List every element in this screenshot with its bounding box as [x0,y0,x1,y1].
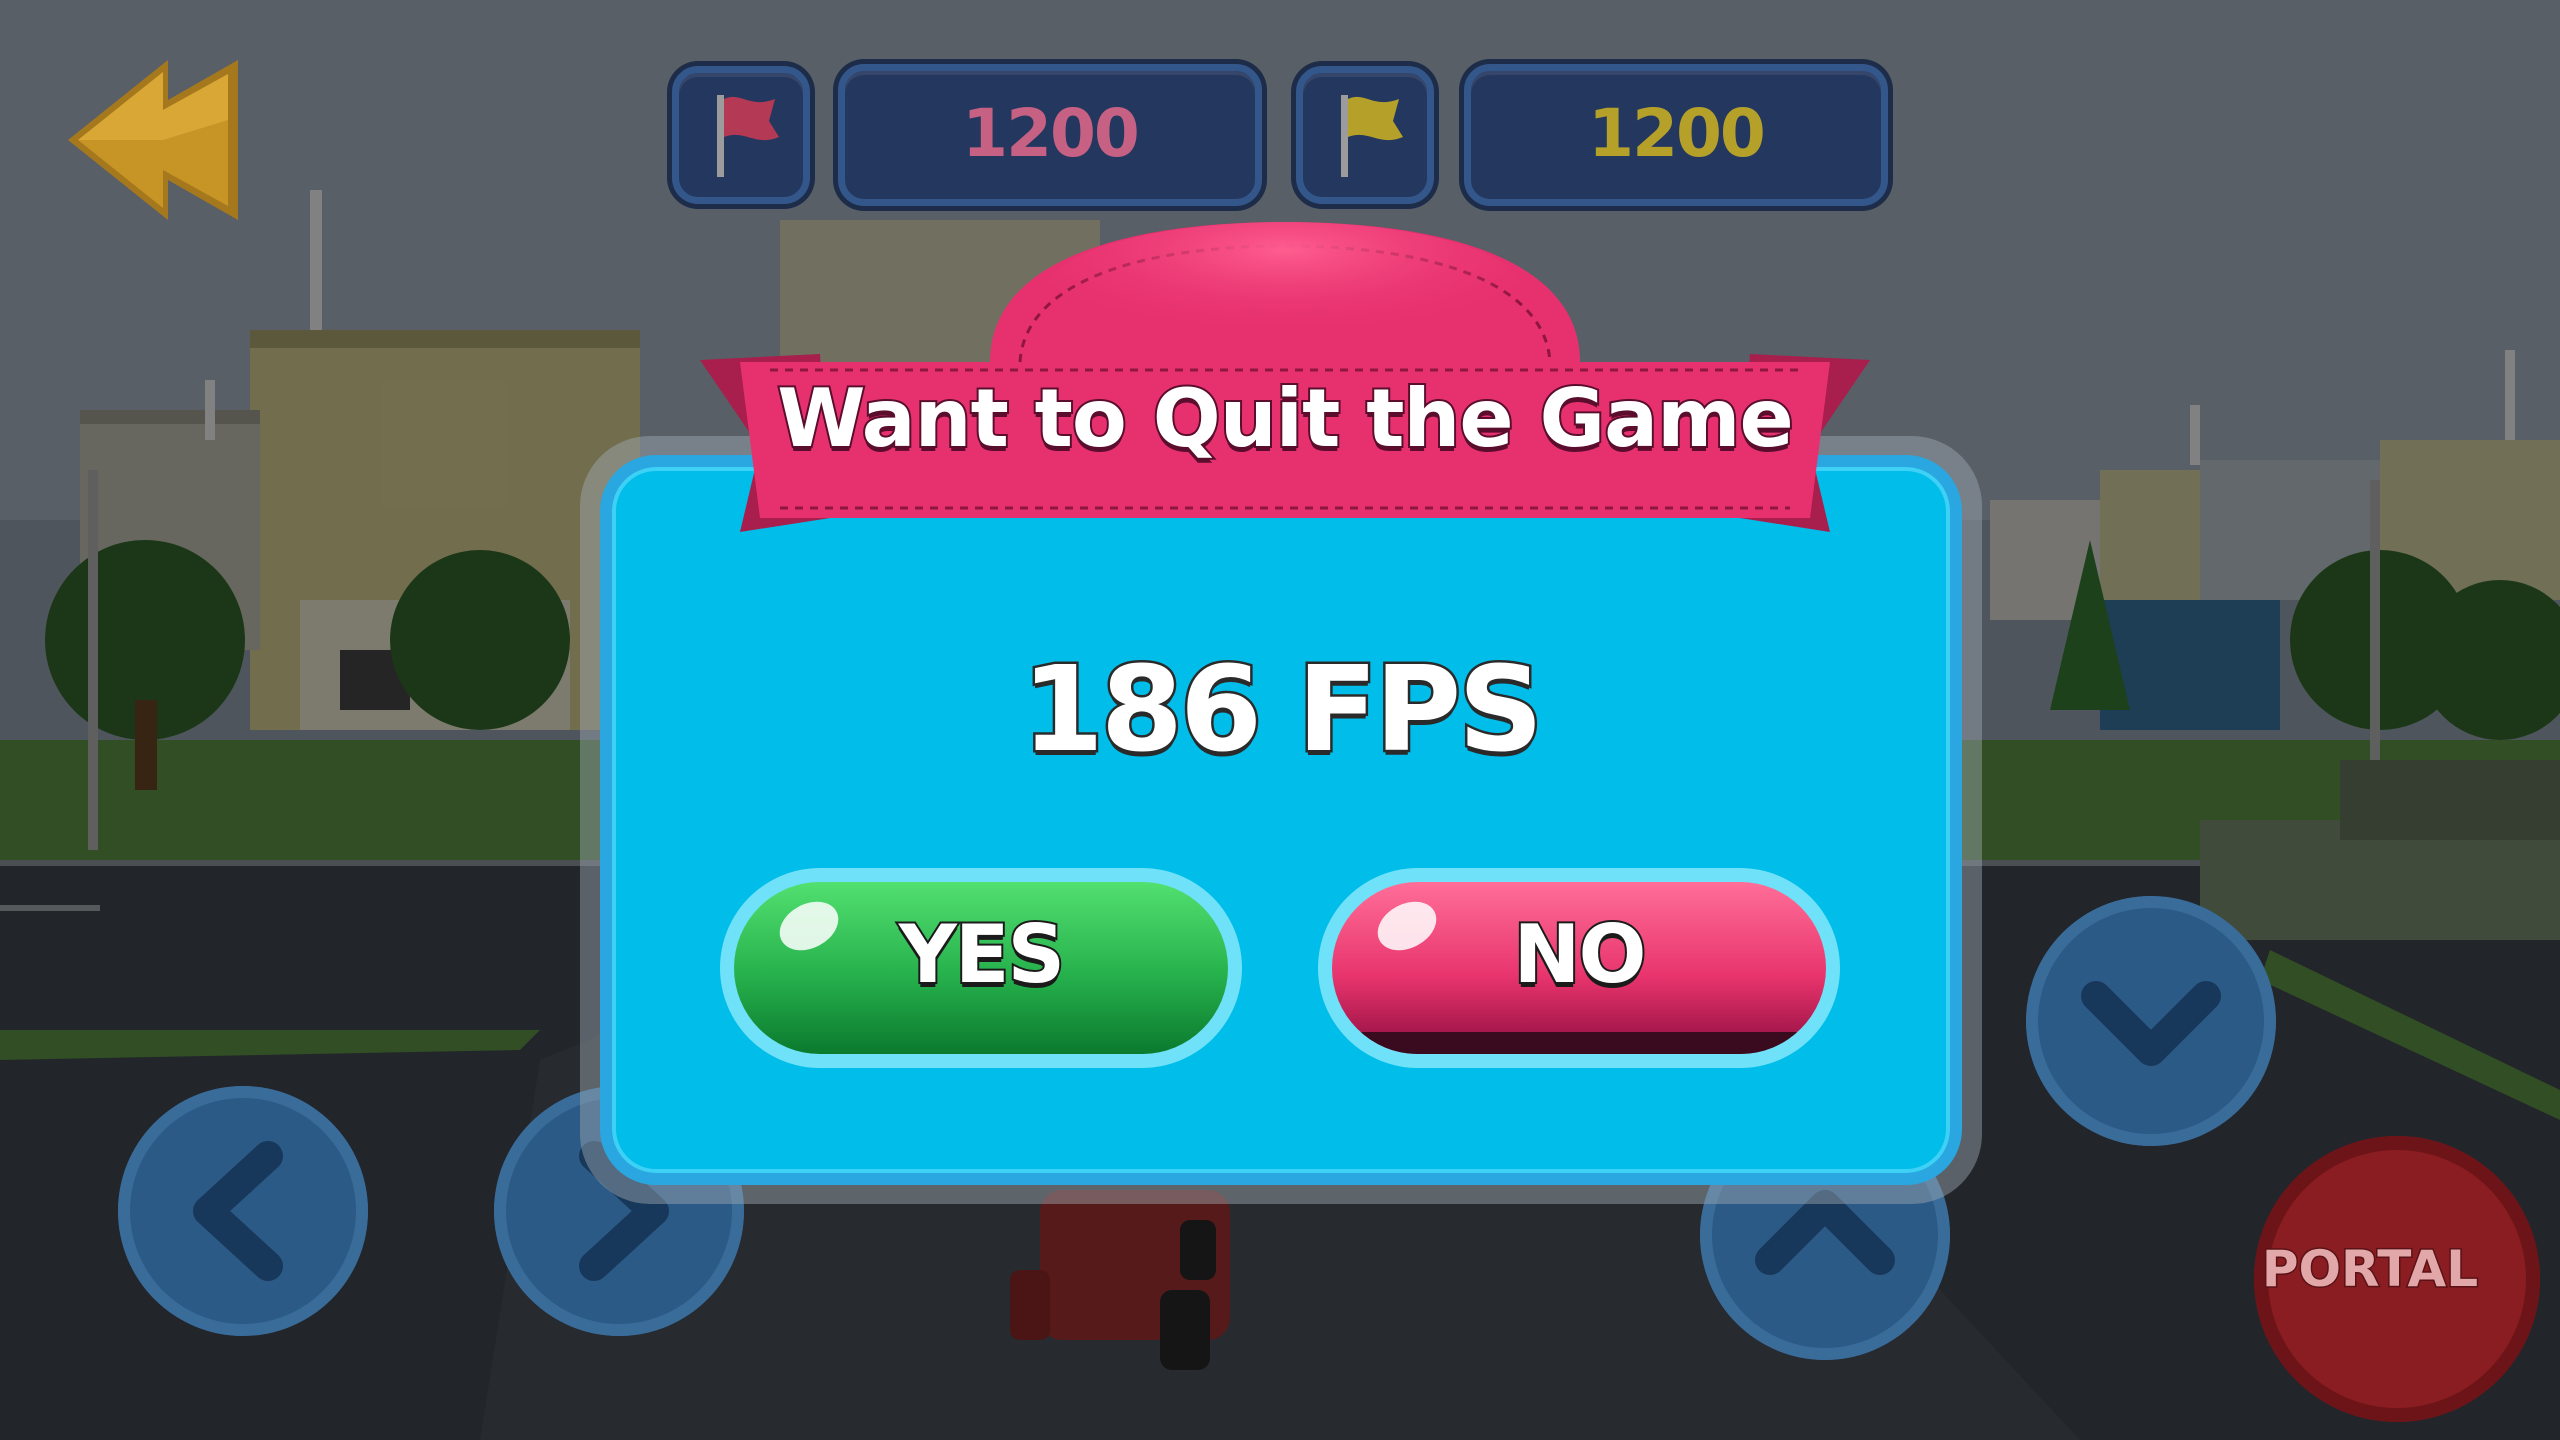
no-button-label: NO [1512,906,1649,1003]
yellow-flag-badge [1296,66,1434,204]
yes-button-label: YES [897,906,1067,1003]
yellow-flag-icon [1341,95,1403,177]
red-flag-icon [717,95,779,177]
dialog-title: Want to Quit the Game [775,370,1796,467]
down-arrow-button[interactable] [2026,896,2276,1146]
portal-button-label: PORTAL [2260,1239,2479,1300]
yes-button[interactable]: YES [720,868,1242,1068]
back-arrow-icon[interactable] [48,40,268,240]
yellow-score-value: 1200 [1588,94,1766,172]
red-flag-badge [672,66,810,204]
red-score-value: 1200 [962,94,1140,172]
quit-dialog-panel [600,455,1962,1185]
no-button[interactable]: NO [1318,868,1840,1068]
down-arrow-icon [2081,981,2221,1066]
left-arrow-icon [193,1141,283,1281]
fps-counter: 186 FPS [1019,638,1545,781]
left-arrow-button[interactable] [118,1086,368,1336]
